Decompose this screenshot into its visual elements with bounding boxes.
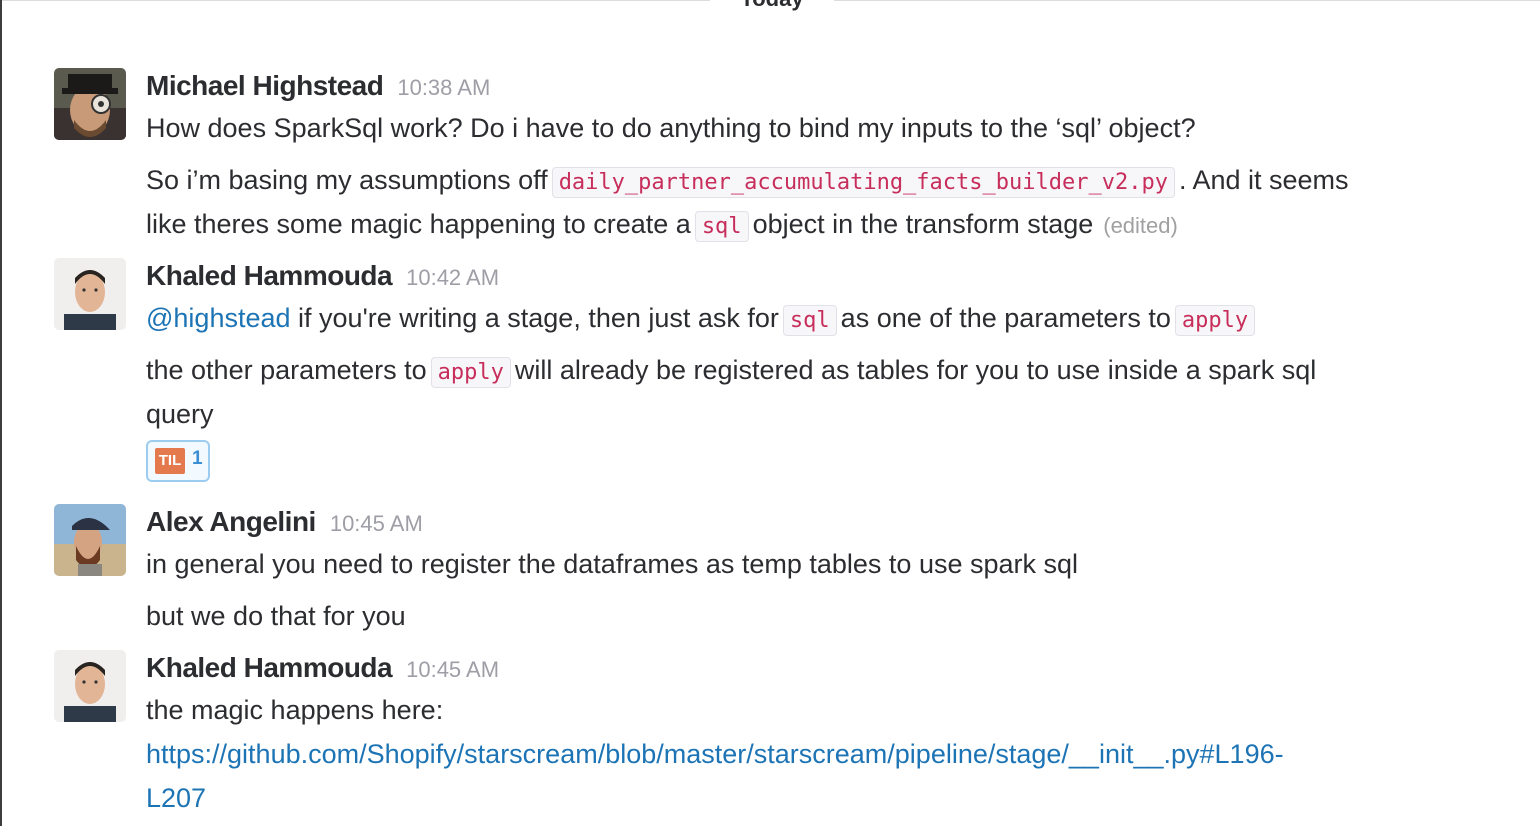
inline-code: sql [694,211,749,242]
avatar-michael-image [54,68,126,140]
message-header: Michael Highstead 10:38 AM [146,70,490,106]
sender-name[interactable]: Alex Angelini [146,506,316,537]
text-segment: as one of the parameters to [840,303,1171,333]
message-text: the other parameters to apply will already… [146,348,1316,395]
reaction-button[interactable]: TIL 1 [146,440,210,482]
inline-code: daily_partner_accumulating_facts_builder… [551,167,1175,198]
avatar-khaled-image [54,258,126,330]
message-text: in general you need to register the data… [146,549,1079,579]
message-header: Khaled Hammouda 10:45 AM [146,652,499,688]
inline-code: sql [782,305,837,336]
message-text: @highstead if you're writing a stage, th… [146,296,1259,343]
message-text: like theres some magic happening to crea… [146,202,1178,249]
github-link[interactable]: https://github.com/Shopify/starscream/bl… [146,732,1284,776]
avatar-alex-image [54,504,126,576]
timestamp[interactable]: 10:42 AM [406,265,499,290]
timestamp[interactable]: 10:45 AM [406,657,499,682]
sender-name[interactable]: Michael Highstead [146,70,384,101]
inline-code: apply [1174,305,1256,336]
timestamp[interactable]: 10:45 AM [330,511,423,536]
github-link-continued[interactable]: L207 [146,776,206,820]
user-mention-link[interactable]: @highstead [146,303,291,333]
text-segment: the other parameters to [146,355,427,385]
avatar-khaled[interactable] [54,650,126,722]
message-text: So i’m basing my assumptions off daily_pa… [146,158,1349,205]
sender-name[interactable]: Khaled Hammouda [146,260,393,291]
text-segment: if you're writing a stage, then just ask… [298,303,779,333]
text-segment: object in the transform stage [752,209,1094,239]
day-divider-label: Today [710,0,834,12]
divider-line-left [2,0,710,1]
avatar-khaled-image [54,650,126,722]
edited-marker: (edited) [1103,213,1178,238]
reaction-count: 1 [192,448,203,469]
message-text: but we do that for you [146,601,406,631]
text-segment: like theres some magic happening to crea… [146,209,691,239]
message-text: the magic happens here: [146,695,444,725]
window-left-border [0,0,2,826]
day-divider: Today [2,0,1540,20]
avatar-alex[interactable] [54,504,126,576]
sender-name[interactable]: Khaled Hammouda [146,652,393,683]
message-text: query [146,399,214,429]
message-header: Khaled Hammouda 10:42 AM [146,260,499,296]
message-text: How does SparkSql work? Do i have to do … [146,113,1196,143]
til-emoji-icon: TIL [155,448,185,474]
text-segment: . And it seems [1178,165,1349,195]
message-header: Alex Angelini 10:45 AM [146,506,423,542]
avatar-michael[interactable] [54,68,126,140]
inline-code: apply [430,357,511,388]
text-segment: So i’m basing my assumptions off [146,165,548,195]
avatar-khaled[interactable] [54,258,126,330]
timestamp[interactable]: 10:38 AM [397,75,490,100]
text-segment: will already be registered as tables for… [514,355,1317,385]
divider-line-right [834,0,1540,1]
